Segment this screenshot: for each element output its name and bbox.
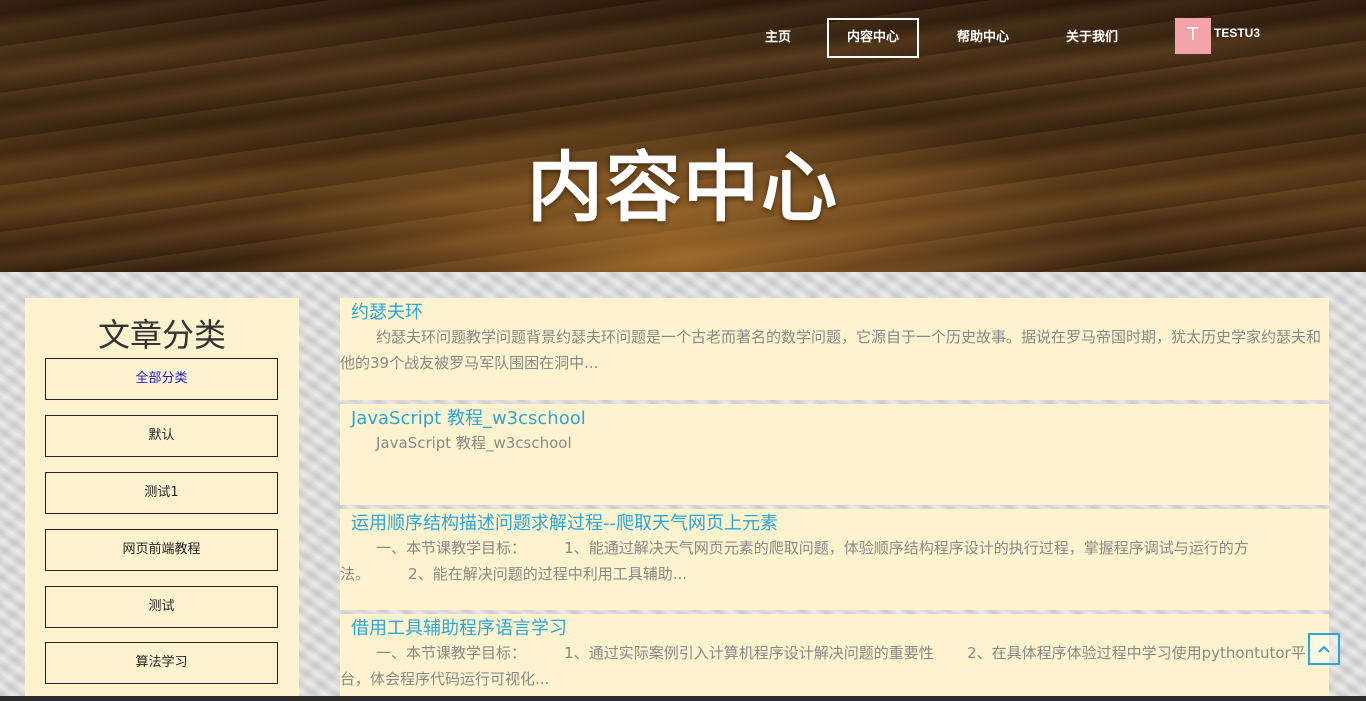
article-summary: 一、本节课教学目标： 1、能通过解决天气网页元素的爬取问题，体验顺序结构程序设计…: [340, 539, 1249, 583]
chevron-up-icon: [1318, 645, 1330, 653]
user-name[interactable]: TESTU3: [1214, 26, 1260, 40]
article-summary: 一、本节课教学目标： 1、通过实际案例引入计算机程序设计解决问题的重要性 2、在…: [340, 644, 1306, 688]
article-summary: 约瑟夫环问题教学问题背景约瑟夫环问题是一个古老而著名的数学问题，它源自于一个历史…: [340, 328, 1322, 372]
sidebar-title: 文章分类: [97, 316, 226, 354]
back-to-top-button[interactable]: [1308, 633, 1340, 665]
user-avatar[interactable]: T: [1175, 18, 1211, 54]
nav-home-link[interactable]: 主页: [752, 18, 804, 58]
nav-about-us-link[interactable]: 关于我们: [1057, 18, 1127, 58]
category-default[interactable]: 默认: [45, 415, 278, 457]
article-card: 借用工具辅助程序语言学习 一、本节课教学目标： 1、通过实际案例引入计算机程序设…: [340, 614, 1329, 696]
category-test[interactable]: 测试: [45, 586, 278, 628]
article-title[interactable]: 约瑟夫环: [351, 298, 423, 324]
bottom-edge-bar: [0, 696, 1366, 701]
article-title[interactable]: JavaScript 教程_w3cschool: [351, 404, 586, 430]
category-all[interactable]: 全部分类: [45, 358, 278, 400]
category-web-frontend[interactable]: 网页前端教程: [45, 529, 278, 571]
category-sidebar: 文章分类 全部分类 默认 测试1 网页前端教程 测试 算法学习: [25, 298, 299, 696]
article-title[interactable]: 运用顺序结构描述问题求解过程--爬取天气网页上元素: [351, 509, 778, 535]
article-summary: JavaScript 教程_w3cschool: [376, 434, 572, 452]
nav-help-center-link[interactable]: 帮助中心: [948, 18, 1018, 58]
article-card: 约瑟夫环 约瑟夫环问题教学问题背景约瑟夫环问题是一个古老而著名的数学问题，它源自…: [340, 298, 1329, 400]
article-card: JavaScript 教程_w3cschool JavaScript 教程_w3…: [340, 404, 1329, 505]
page-title: 内容中心: [527, 143, 839, 232]
article-title[interactable]: 借用工具辅助程序语言学习: [351, 614, 567, 640]
category-algorithms[interactable]: 算法学习: [45, 642, 278, 684]
top-nav: 主页 内容中心 帮助中心 关于我们: [0, 18, 1366, 58]
article-card: 运用顺序结构描述问题求解过程--爬取天气网页上元素 一、本节课教学目标： 1、能…: [340, 509, 1329, 610]
hero-banner: 主页 内容中心 帮助中心 关于我们 T TESTU3 内容中心: [0, 0, 1366, 272]
category-test1[interactable]: 测试1: [45, 472, 278, 514]
nav-content-center-link[interactable]: 内容中心: [827, 18, 919, 58]
